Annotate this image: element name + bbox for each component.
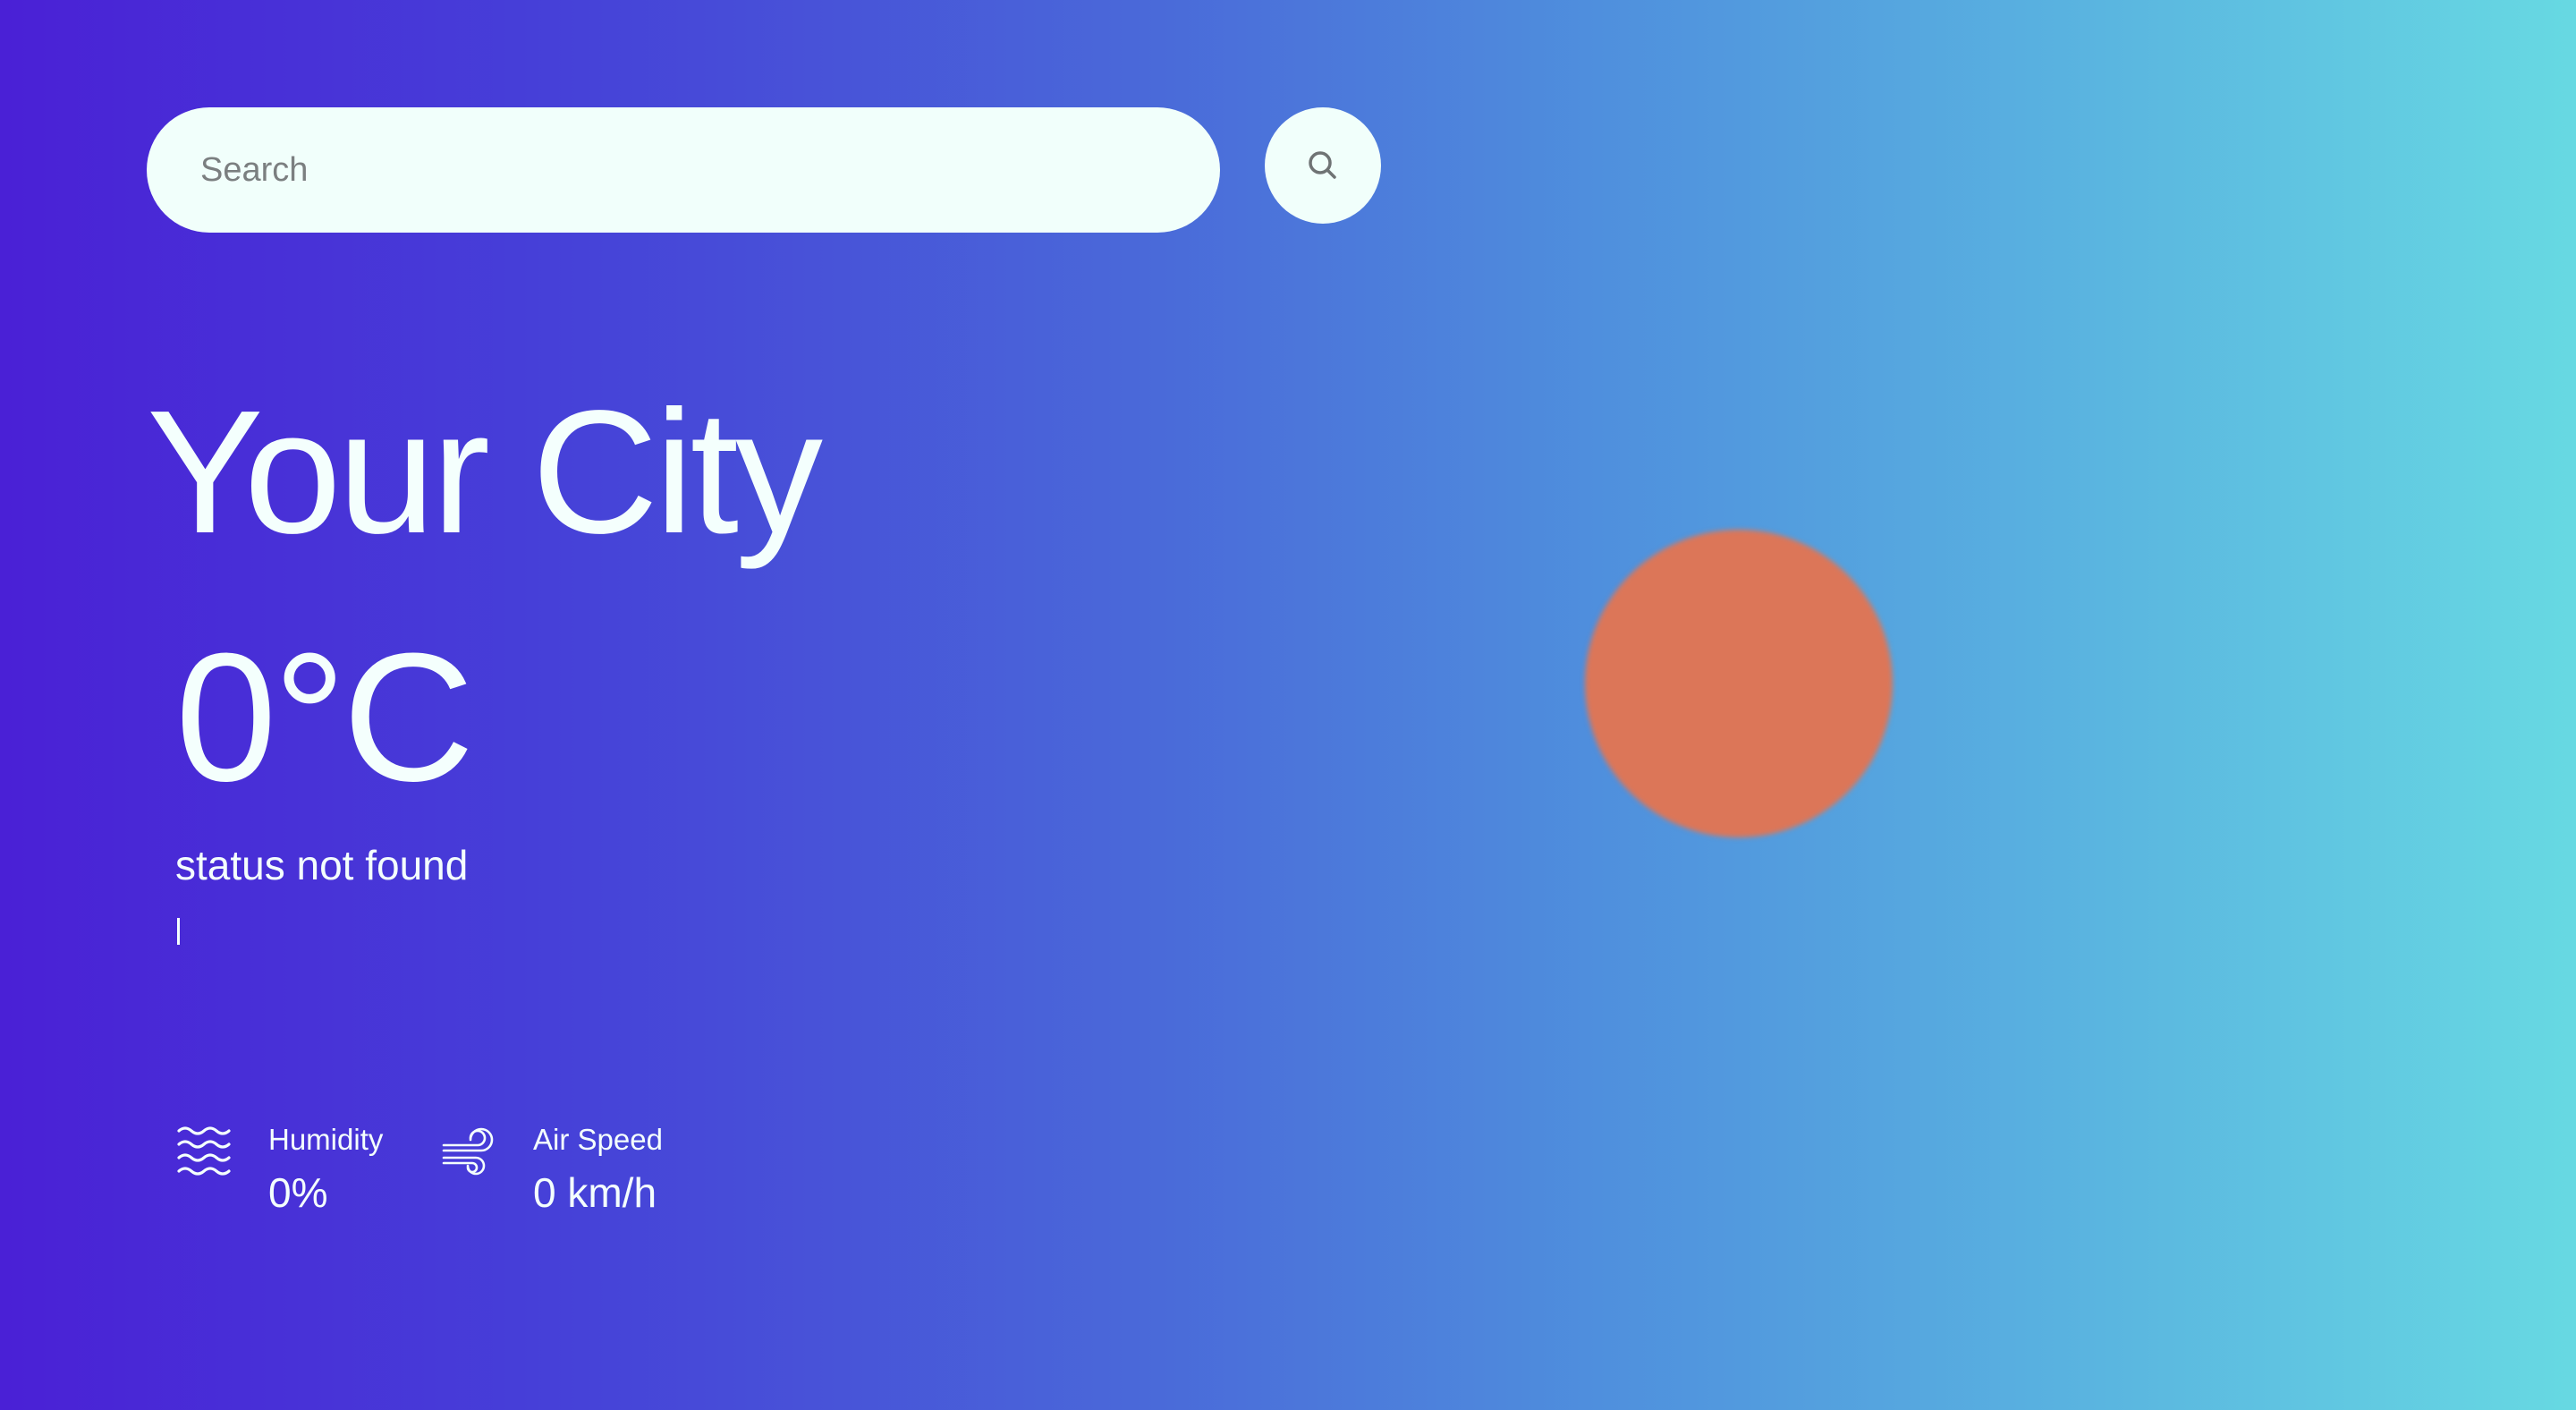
search-icon (1305, 148, 1341, 183)
waves-icon (175, 1124, 234, 1183)
search-bar (147, 107, 1220, 233)
wind-label: Air Speed (533, 1123, 663, 1156)
humidity-value: 0% (268, 1168, 328, 1216)
wind-stat: Air Speed 0 km/h (440, 1122, 663, 1215)
sun-icon (1585, 530, 1893, 837)
wind-icon (440, 1124, 499, 1183)
humidity-label: Humidity (268, 1123, 384, 1156)
search-input[interactable] (147, 107, 1220, 233)
wind-value: 0 km/h (533, 1168, 657, 1216)
weather-status: status not found (175, 842, 469, 888)
humidity-stat: Humidity 0% (175, 1122, 383, 1215)
text-cursor (177, 918, 180, 945)
search-button[interactable] (1265, 107, 1381, 224)
city-name: Your City (147, 374, 823, 570)
temperature: 0°C (175, 616, 474, 820)
